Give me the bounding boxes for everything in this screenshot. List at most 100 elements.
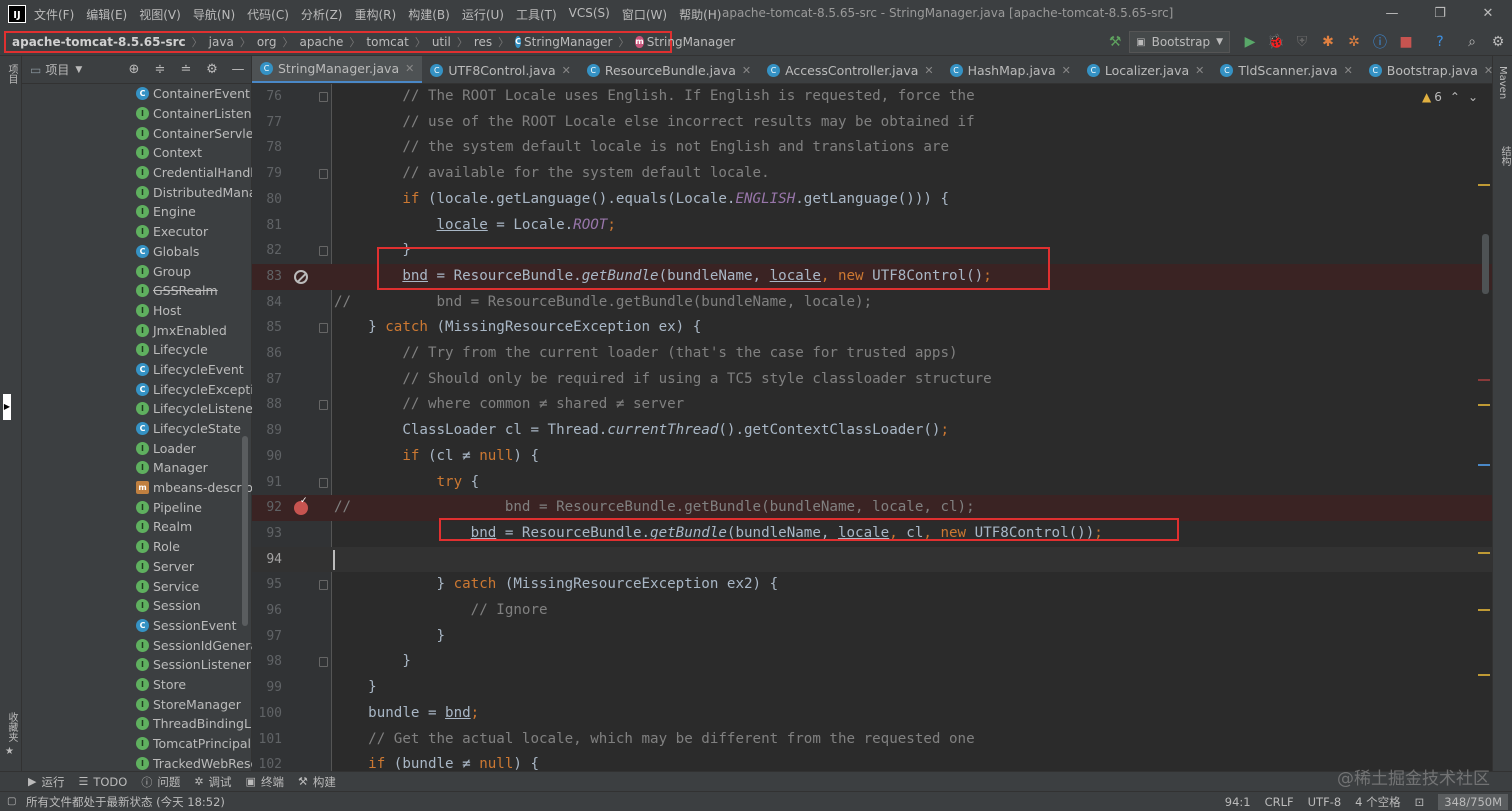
close-tab-icon[interactable]: ✕ [1062, 64, 1071, 77]
maven-tool-button[interactable]: Maven [1497, 66, 1508, 99]
tree-item[interactable]: C LifecycleEvent [22, 360, 252, 380]
menu-item[interactable]: VCS(S) [569, 6, 610, 23]
line-number[interactable]: 92 [252, 495, 282, 521]
breadcrumb-method[interactable]: StringManager [647, 35, 735, 49]
project-panel-title[interactable]: 项目 [45, 61, 69, 78]
menu-item[interactable]: 窗口(W) [622, 6, 667, 23]
breadcrumb-item[interactable]: org [257, 35, 277, 49]
line-number[interactable]: 97 [252, 624, 282, 650]
tree-item[interactable]: I Context [22, 143, 252, 163]
tree-item[interactable]: I ThreadBindingListener [22, 714, 252, 734]
tree-item[interactable]: C Globals [22, 242, 252, 262]
tree-item[interactable]: I Host [22, 301, 252, 321]
debug-icon[interactable]: 🐞 [1264, 31, 1288, 53]
error-stripe-marker[interactable] [1478, 379, 1490, 381]
line-number[interactable]: 91 [252, 470, 282, 496]
line-number[interactable]: 95 [252, 572, 282, 598]
breadcrumb-item[interactable]: tomcat [366, 35, 408, 49]
tree-item[interactable]: I LifecycleListener [22, 399, 252, 419]
favorites-tool-button[interactable]: 收藏夹 [4, 712, 19, 742]
close-tab-icon[interactable]: ✕ [1195, 64, 1204, 77]
close-tab-icon[interactable]: ✕ [924, 64, 933, 77]
breadcrumb-item[interactable]: apache [300, 35, 344, 49]
editor-scrollbar[interactable] [1482, 234, 1489, 294]
bottom-tool-button[interactable]: ✲ 调试 [194, 774, 231, 790]
file-encoding[interactable]: UTF-8 [1308, 795, 1342, 809]
editor-tab[interactable]: C TldScanner.java ✕ [1212, 56, 1360, 83]
maximize-icon[interactable]: ❐ [1416, 0, 1464, 28]
project-tool-button[interactable]: 项目 [4, 64, 19, 84]
line-separator[interactable]: CRLF [1265, 795, 1294, 809]
coverage-icon[interactable]: ⛨ [1290, 31, 1314, 53]
menu-item[interactable]: 编辑(E) [86, 6, 127, 23]
line-number[interactable]: 89 [252, 418, 282, 444]
editor-tab[interactable]: C Bootstrap.java ✕ [1361, 56, 1492, 83]
tree-item[interactable]: I Service [22, 576, 252, 596]
menu-item[interactable]: 运行(U) [462, 6, 504, 23]
hide-panel-icon[interactable]: — [225, 62, 251, 77]
help-icon[interactable]: ? [1428, 31, 1452, 53]
build-hammer-icon[interactable]: ⚒ [1103, 31, 1127, 53]
line-number[interactable]: 99 [252, 675, 282, 701]
next-highlight-icon[interactable]: ⌄ [1468, 90, 1478, 104]
tree-item[interactable]: I Group [22, 261, 252, 281]
close-tab-icon[interactable]: ✕ [1484, 64, 1492, 77]
line-number[interactable]: 81 [252, 213, 282, 239]
editor-tab[interactable]: C StringManager.java ✕ [252, 56, 423, 83]
tree-item[interactable]: I Pipeline [22, 497, 252, 517]
line-number[interactable]: 87 [252, 367, 282, 393]
editor-tab[interactable]: C HashMap.java ✕ [942, 56, 1079, 83]
line-number[interactable]: 100 [252, 701, 282, 727]
line-number[interactable]: 79 [252, 161, 282, 187]
tree-item[interactable]: I CredentialHandler [22, 163, 252, 183]
line-number[interactable]: 86 [252, 341, 282, 367]
menu-item[interactable]: 帮助(H) [679, 6, 721, 23]
line-number[interactable]: 98 [252, 649, 282, 675]
stop-icon[interactable]: ■ [1394, 31, 1418, 53]
locate-target-icon[interactable]: ⊕ [121, 62, 147, 77]
tree-item[interactable]: I Lifecycle [22, 340, 252, 360]
search-icon[interactable]: ⌕ [1460, 31, 1484, 53]
tree-item[interactable]: C LifecycleState [22, 419, 252, 439]
fold-marker-icon[interactable] [319, 323, 328, 334]
line-number[interactable]: 88 [252, 392, 282, 418]
tree-item[interactable]: I Session [22, 596, 252, 616]
error-stripe-marker[interactable] [1478, 464, 1490, 466]
line-number[interactable]: 90 [252, 444, 282, 470]
line-number[interactable]: 85 [252, 315, 282, 341]
tree-item[interactable]: I DistributedManager [22, 182, 252, 202]
tree-item[interactable]: I SessionListener [22, 655, 252, 675]
bottom-tool-button[interactable]: ☰ TODO [78, 775, 127, 789]
error-stripe-marker[interactable] [1478, 674, 1490, 676]
line-number[interactable]: 82 [252, 238, 282, 264]
chevron-down-icon[interactable]: ▼ [75, 65, 82, 75]
error-stripe-marker[interactable] [1478, 404, 1490, 406]
fold-marker-icon[interactable] [319, 169, 328, 180]
menu-item[interactable]: 分析(Z) [301, 6, 343, 23]
menu-item[interactable]: 文件(F) [34, 6, 74, 23]
line-number[interactable]: 101 [252, 727, 282, 753]
expand-all-icon[interactable]: ≑ [147, 62, 173, 77]
fold-marker-icon[interactable] [319, 92, 328, 102]
tree-item[interactable]: C SessionEvent [22, 616, 252, 636]
tree-item[interactable]: I StoreManager [22, 694, 252, 714]
editor-tab[interactable]: C Localizer.java ✕ [1079, 56, 1213, 83]
breadcrumb-item[interactable]: res [474, 35, 492, 49]
tree-item[interactable]: I Realm [22, 517, 252, 537]
close-window-icon[interactable]: ✕ [1464, 0, 1512, 28]
help-circle-icon[interactable]: ⓘ [1368, 31, 1392, 53]
bottom-tool-button[interactable]: ⚒ 构建 [298, 774, 336, 790]
expand-arrow-icon[interactable]: ▶ [3, 394, 11, 420]
tree-item[interactable]: I ContainerListener [22, 104, 252, 124]
minimize-icon[interactable]: — [1368, 0, 1416, 28]
profile-icon[interactable]: ✱ [1316, 31, 1340, 53]
tree-item[interactable]: I Role [22, 537, 252, 557]
caret-position[interactable]: 94:1 [1225, 795, 1251, 809]
menu-item[interactable]: 导航(N) [193, 6, 235, 23]
previous-highlight-icon[interactable]: ⌃ [1450, 90, 1460, 104]
disabled-breakpoint-icon[interactable] [294, 269, 308, 284]
bottom-tool-button[interactable]: ▶ 运行 [28, 774, 64, 790]
error-stripe-marker[interactable] [1478, 552, 1490, 554]
error-stripe-marker[interactable] [1478, 609, 1490, 611]
tree-item[interactable]: I Loader [22, 438, 252, 458]
